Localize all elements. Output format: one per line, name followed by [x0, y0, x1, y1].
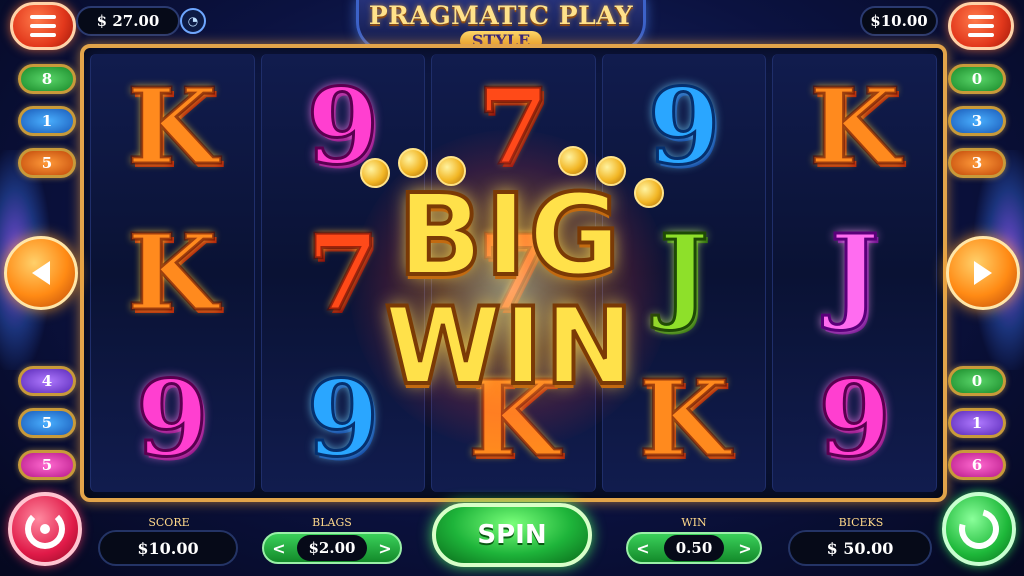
win-stepper: < 0.50 >: [626, 532, 762, 564]
payline-indicator[interactable]: 5: [18, 450, 76, 480]
total-value: $ 50.00: [788, 530, 932, 566]
payline-indicator[interactable]: 5: [18, 408, 76, 438]
balance-display-right: $10.00: [860, 6, 938, 36]
total-label: BICEKS: [838, 516, 884, 529]
payline-indicator[interactable]: 3: [948, 106, 1006, 136]
big-win-overlay: BIG WIN: [340, 130, 680, 450]
reel-symbol: 9: [135, 357, 210, 480]
payline-indicator[interactable]: 3: [948, 148, 1006, 178]
payline-indicator[interactable]: 1: [18, 106, 76, 136]
spin-button[interactable]: SPIN: [432, 503, 592, 567]
reel-symbol: K: [808, 65, 901, 188]
logo-title: PRAGMATIC PLAY: [368, 1, 634, 30]
refresh-button[interactable]: [942, 492, 1016, 566]
menu-button-left[interactable]: [10, 2, 76, 50]
win-value: 0.50: [663, 535, 725, 561]
win-increase-button[interactable]: >: [734, 539, 756, 558]
reel-symbol: J: [829, 211, 881, 334]
payline-indicator[interactable]: 1: [948, 408, 1006, 438]
refresh-icon: [951, 501, 1007, 557]
payline-indicator[interactable]: 5: [18, 148, 76, 178]
wallet-icon[interactable]: ◔: [180, 8, 206, 34]
payline-indicator[interactable]: 4: [18, 366, 76, 396]
payline-indicator[interactable]: 8: [18, 64, 76, 94]
reel-symbol: K: [126, 65, 219, 188]
reel-column: KK 9: [90, 54, 255, 492]
autoplay-button[interactable]: [8, 492, 82, 566]
big-win-text-big: BIG: [396, 171, 623, 301]
autoplay-icon: [25, 509, 65, 549]
reel-symbol: K: [126, 211, 219, 334]
coin-icon: [634, 178, 664, 208]
bet-decrease-button[interactable]: <: [268, 539, 290, 558]
arrow-left-icon: [32, 261, 50, 285]
next-arrow-button[interactable]: [946, 236, 1020, 310]
bet-increase-button[interactable]: >: [374, 539, 396, 558]
hamburger-icon: [30, 15, 56, 19]
menu-button-right[interactable]: [948, 2, 1014, 50]
prev-arrow-button[interactable]: [4, 236, 78, 310]
balance-display-left: $ 27.00: [76, 6, 180, 36]
bet-label: BLAGS: [312, 516, 352, 529]
big-win-text-win: WIN: [382, 285, 636, 408]
reel-symbol: 9: [817, 357, 892, 480]
coin-icon: [360, 158, 390, 188]
score-value: $10.00: [98, 530, 238, 566]
payline-indicator[interactable]: 6: [948, 450, 1006, 480]
hamburger-icon: [968, 15, 994, 19]
bet-value: $2.00: [296, 535, 368, 561]
payline-indicator[interactable]: 0: [948, 64, 1006, 94]
win-decrease-button[interactable]: <: [632, 539, 654, 558]
win-label: WIN: [681, 516, 707, 529]
bet-stepper: < $2.00 >: [262, 532, 402, 564]
reel-column: KJ 9: [772, 54, 937, 492]
payline-indicator[interactable]: 0: [948, 366, 1006, 396]
score-label: SCORE: [148, 516, 190, 529]
arrow-right-icon: [974, 261, 992, 285]
